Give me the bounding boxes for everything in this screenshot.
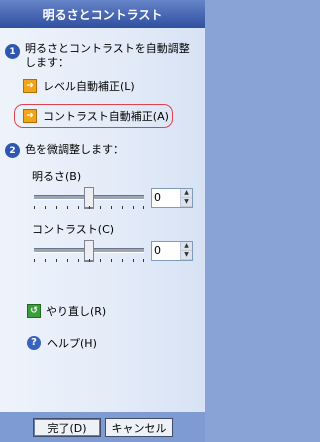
slider-tick [111,206,112,209]
slider-tick [67,259,68,262]
slider-tick [122,259,123,262]
slider-tick [78,206,79,209]
help-link[interactable]: ? ヘルプ(H) [27,335,97,351]
contrast-value[interactable]: 0 [152,242,180,260]
slider-tick [78,259,79,262]
slider-tick [45,206,46,209]
contrast-up-button[interactable]: ▲ [181,242,192,251]
slider-tick [143,206,144,209]
help-label: ヘルプ(H) [47,337,97,350]
slider-tick [89,206,90,209]
green-redo-icon: ↺ [27,304,41,318]
slider-tick [133,259,134,262]
contrast-slider[interactable] [34,240,144,264]
slider-tick [45,259,46,262]
brightness-spinbox[interactable]: 0 ▲ ▼ [151,188,193,208]
button-bar: 完了(D) キャンセル [0,412,205,442]
auto-contrast-option[interactable]: ➜ コントラスト自動補正(A) [23,108,169,124]
contrast-spinbox[interactable]: 0 ▲ ▼ [151,241,193,261]
auto-contrast-label: コントラスト自動補正(A) [43,110,169,123]
step-2-badge: 2 [5,143,20,158]
slider-tick [67,206,68,209]
slider-tick [111,259,112,262]
slider-tick [56,206,57,209]
slider-tick [143,259,144,262]
panel-title: 明るさとコントラスト [0,0,205,28]
redo-label: やり直し(R) [46,305,107,318]
orange-arrow-icon: ➜ [23,79,37,93]
auto-level-label: レベル自動補正(L) [43,80,135,93]
cancel-button[interactable]: キャンセル [105,418,173,437]
brightness-value[interactable]: 0 [152,189,180,207]
contrast-label: コントラスト(C) [32,223,115,236]
step-2-text: 色を微調整します： [25,143,124,156]
slider-tick [133,206,134,209]
redo-link[interactable]: ↺ やり直し(R) [27,303,106,319]
brightness-slider[interactable] [34,187,144,211]
contrast-down-button[interactable]: ▼ [181,251,192,260]
slider-tick [89,259,90,262]
brightness-label: 明るさ(B) [32,170,82,183]
brightness-up-button[interactable]: ▲ [181,189,192,198]
slider-tick [34,206,35,209]
slider-tick [34,259,35,262]
orange-arrow-icon: ➜ [23,109,37,123]
brightness-down-button[interactable]: ▼ [181,198,192,207]
slider-tick [100,206,101,209]
step-1-text-line2: します： [25,56,69,69]
slider-tick [56,259,57,262]
question-help-icon: ? [27,336,41,350]
step-1-badge: 1 [5,44,20,59]
auto-level-option[interactable]: ➜ レベル自動補正(L) [23,78,135,94]
slider-tick [100,259,101,262]
done-button[interactable]: 完了(D) [33,418,101,437]
slider-tick [122,206,123,209]
